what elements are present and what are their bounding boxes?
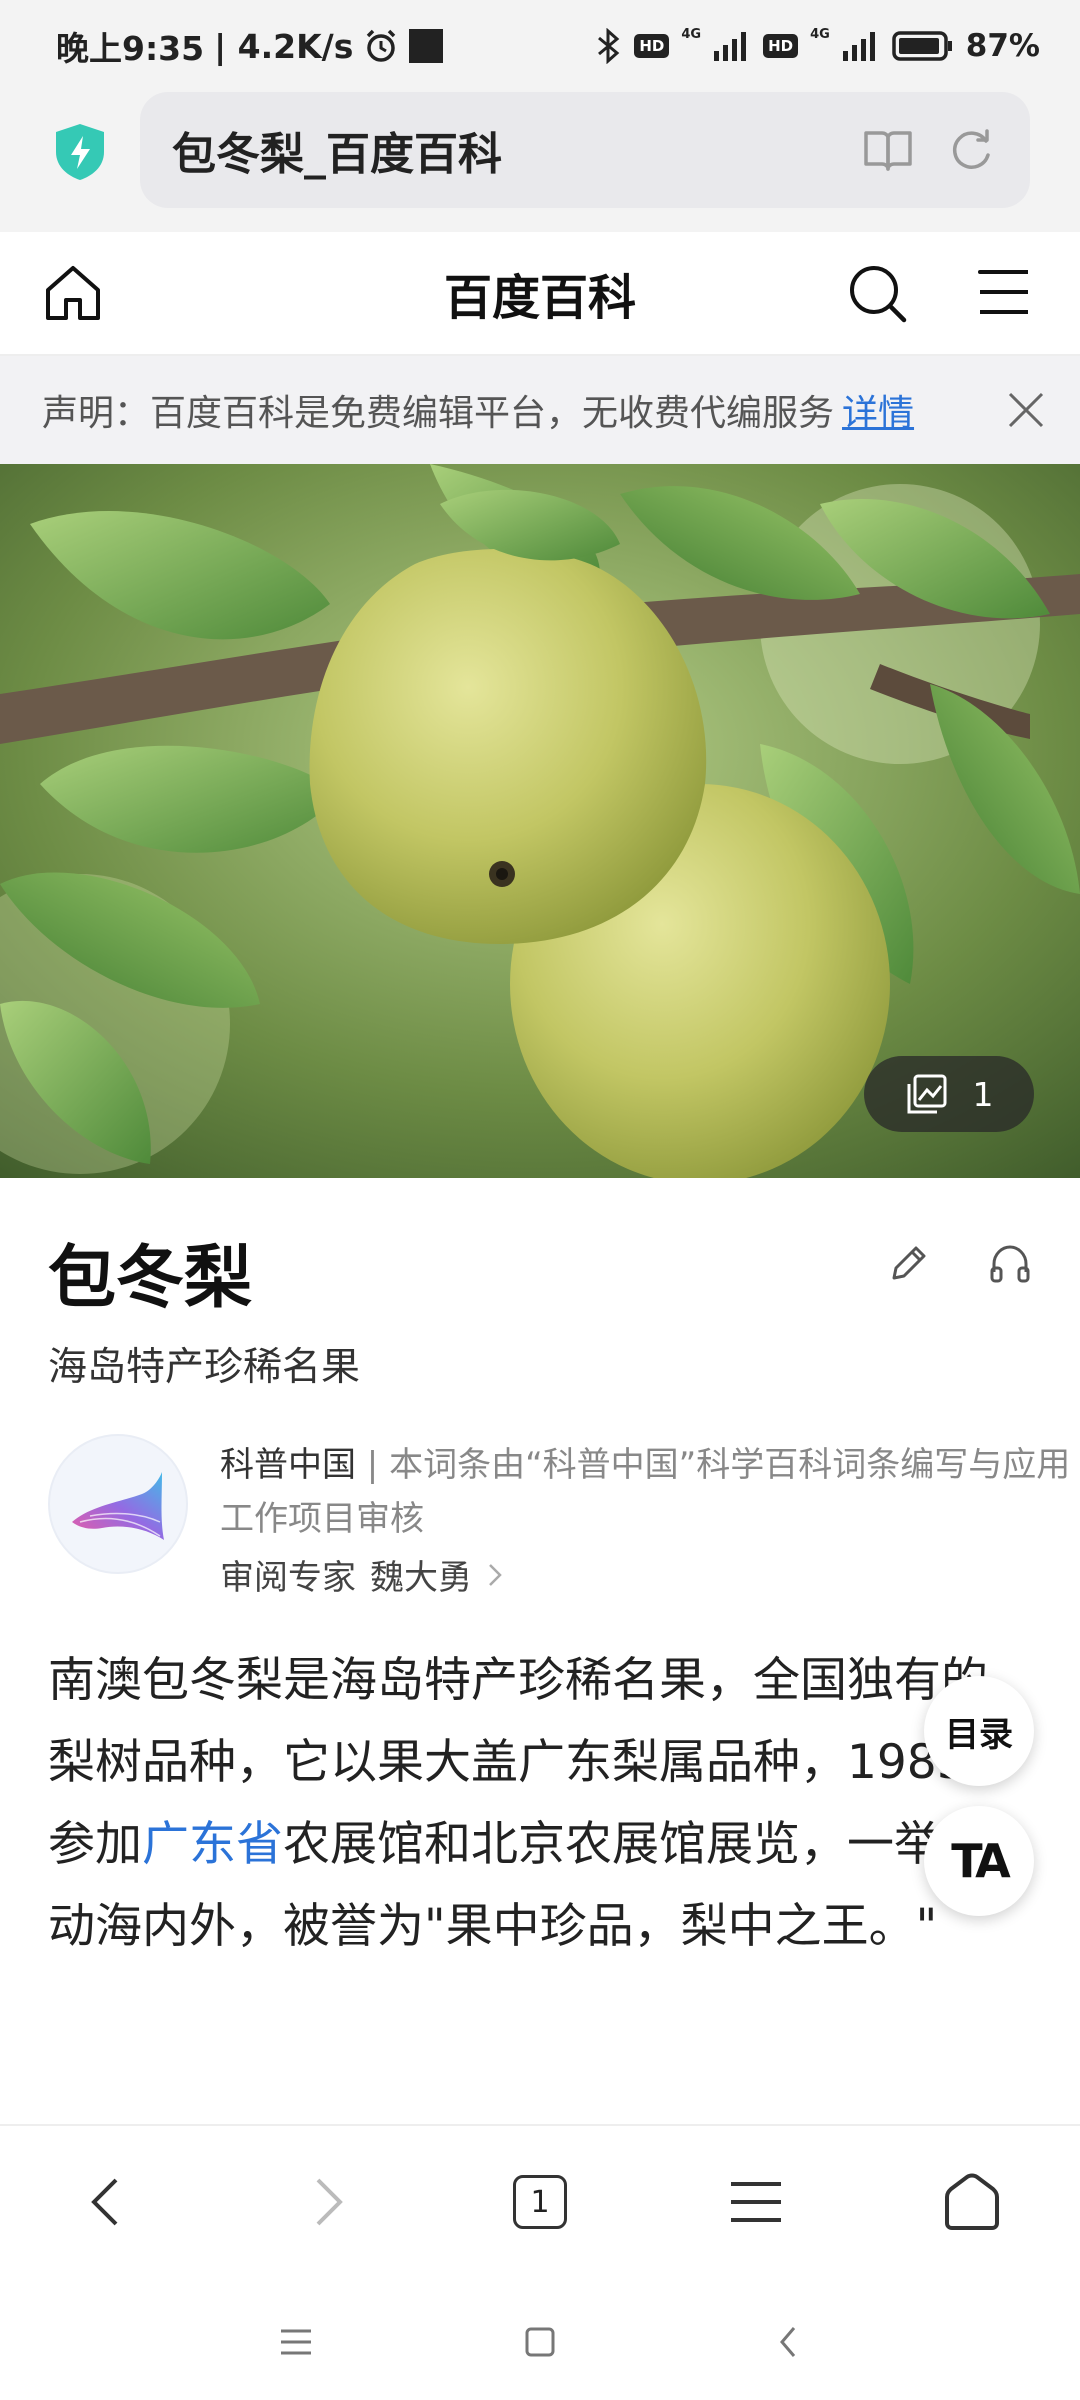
hamburger-icon xyxy=(731,2182,781,2222)
article-title: 包冬梨 xyxy=(48,1239,253,1318)
alarm-icon xyxy=(367,29,396,62)
chevron-right-icon xyxy=(316,2178,343,2226)
article-subtitle: 海岛特产珍稀名果 xyxy=(48,1345,361,1390)
disclaimer-details-link[interactable]: 详情 xyxy=(842,384,914,436)
disclaimer-banner: 声明：百度百科是免费编辑平台，无收费代编服务 详情 xyxy=(0,356,1080,464)
network-type-2: 4G xyxy=(810,26,830,42)
security-shield-icon[interactable] xyxy=(52,122,108,182)
headphones-icon[interactable] xyxy=(988,1242,1032,1286)
menu-icon[interactable] xyxy=(976,266,1032,318)
menu-lines-icon xyxy=(281,2329,311,2355)
bluetooth-icon xyxy=(598,28,620,64)
table-of-contents-button[interactable]: 目录 xyxy=(924,1676,1034,1786)
notification-icon xyxy=(409,29,444,63)
battery-percent: 87% xyxy=(965,28,1040,64)
photo-album-button[interactable]: 1 xyxy=(864,1056,1034,1132)
review-expert-label: 审阅专家 xyxy=(220,1558,356,1598)
battery-icon xyxy=(892,31,952,61)
site-header: 百度百科 xyxy=(0,232,1080,356)
review-expert-name: 魏大勇 xyxy=(370,1558,472,1598)
ta-button[interactable]: TA xyxy=(924,1806,1034,1916)
search-icon[interactable] xyxy=(846,262,908,324)
home-icon xyxy=(945,2173,999,2230)
review-expert-link[interactable]: 审阅专家 魏大勇 xyxy=(220,1550,504,1599)
chevron-right-icon xyxy=(489,1563,502,1586)
gallery-icon xyxy=(907,1074,946,1114)
reader-mode-icon[interactable] xyxy=(862,127,914,173)
disclaimer-text: 声明：百度百科是免费编辑平台，无收费代编服务 xyxy=(42,393,835,434)
back-icon xyxy=(780,2327,796,2357)
edit-icon[interactable] xyxy=(886,1242,930,1286)
browser-home-button[interactable] xyxy=(936,2166,1008,2238)
browser-address-area: 包冬梨_百度百科 xyxy=(0,92,1080,232)
forward-button[interactable] xyxy=(292,2166,364,2238)
tab-count: 1 xyxy=(513,2175,567,2229)
hd-badge-2: HD xyxy=(763,34,799,58)
article-summary: 南澳包冬梨是海岛特产珍稀名果，全国独有的梨树品种，它以果大盖广东梨属品种，198… xyxy=(48,1640,1028,1968)
hero-image[interactable]: 1 xyxy=(0,464,1080,1178)
status-bar: 晚上9:35 | 4.2K/s HD 4G HD 4G 87% xyxy=(0,0,1080,92)
address-bar[interactable]: 包冬梨_百度百科 xyxy=(140,92,1030,208)
browser-toolbar: 1 xyxy=(0,2124,1080,2274)
square-icon xyxy=(525,2327,555,2357)
hd-badge-1: HD xyxy=(634,34,670,58)
system-back-button[interactable] xyxy=(758,2312,818,2372)
signal-icon-2 xyxy=(842,32,875,61)
chevron-left-icon xyxy=(91,2178,118,2226)
site-title[interactable]: 百度百科 xyxy=(0,258,1080,328)
guangdong-link[interactable]: 广东省 xyxy=(142,1817,283,1872)
page-title-in-address-bar: 包冬梨_百度百科 xyxy=(172,129,502,180)
kepu-china-logo[interactable] xyxy=(48,1434,188,1574)
refresh-icon[interactable] xyxy=(948,127,994,173)
network-type-1: 4G xyxy=(681,26,702,42)
system-navigation-bar xyxy=(0,2274,1080,2400)
review-org-name[interactable]: 科普中国 xyxy=(220,1445,356,1485)
tabs-button[interactable]: 1 xyxy=(504,2166,576,2238)
status-time: 晚上9:35 xyxy=(56,29,205,68)
status-net-speed: | 4.2K/s xyxy=(214,26,354,66)
signal-icon-1 xyxy=(714,32,747,61)
recent-apps-button[interactable] xyxy=(266,2312,326,2372)
system-home-button[interactable] xyxy=(510,2312,570,2372)
browser-menu-button[interactable] xyxy=(720,2166,792,2238)
photo-count: 1 xyxy=(972,1074,994,1114)
back-button[interactable] xyxy=(70,2166,142,2238)
close-icon[interactable] xyxy=(1006,390,1046,430)
